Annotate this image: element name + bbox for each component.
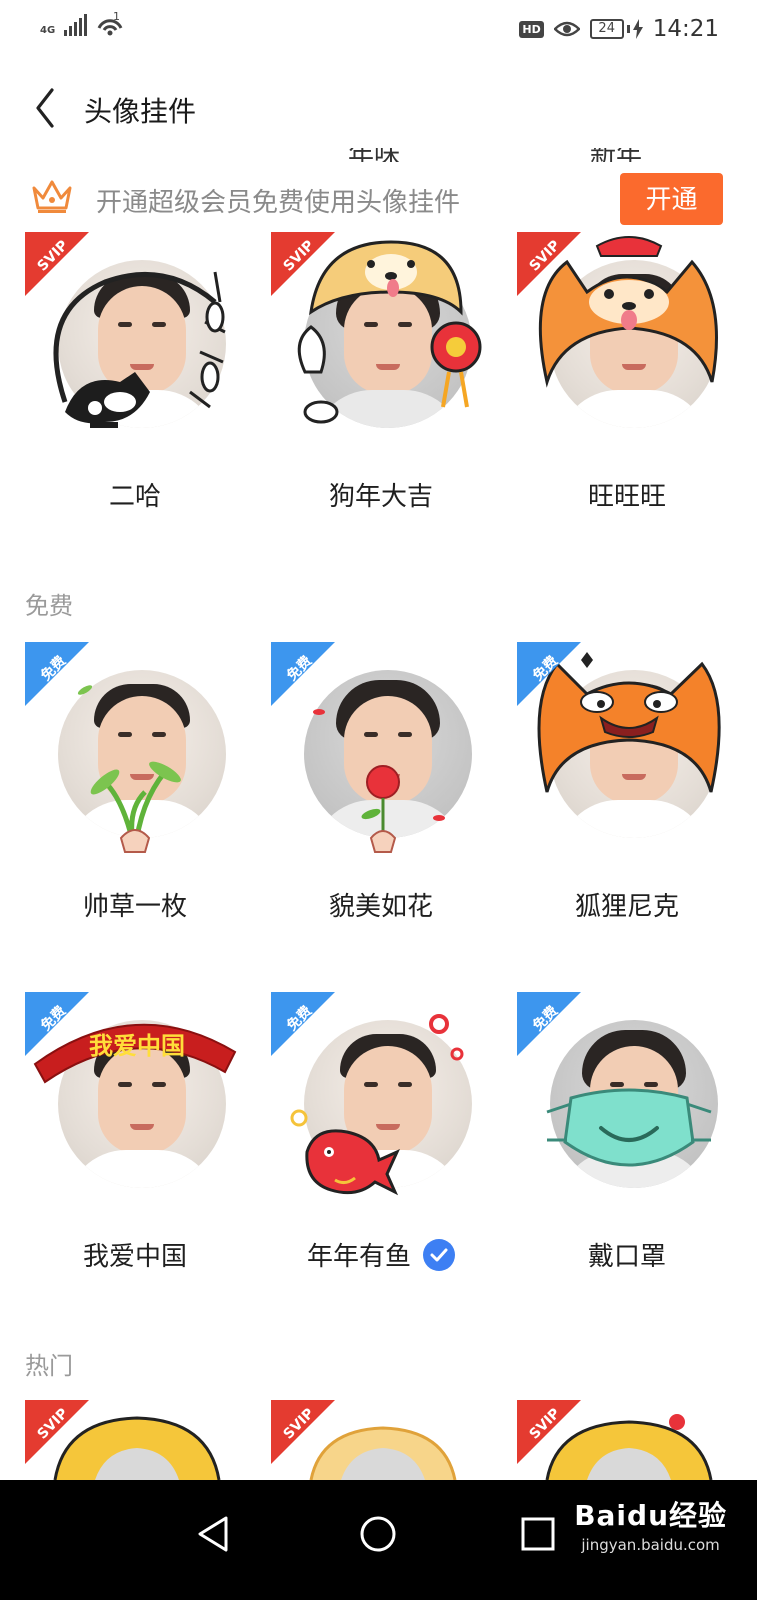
signal-strength-icon (64, 14, 87, 36)
pendant-label: 戴口罩 (587, 1242, 666, 1272)
crown-icon (32, 180, 72, 213)
hot-item-1[interactable]: SVIP (25, 1400, 245, 1480)
hot-item-3[interactable]: SVIP (517, 1400, 737, 1480)
pendant-item-fox-nick[interactable]: 免费 狐狸尼克 (504, 642, 750, 942)
pendant-preview: 免费 (517, 992, 737, 1212)
pendant-item-love-china[interactable]: 我爱中国 免费 我爱中国 (12, 992, 258, 1292)
pendant-preview: 免费 (25, 642, 245, 862)
wifi-count: 1 (113, 10, 120, 23)
vip-promo-text: 开通超级会员免费使用头像挂件 (96, 188, 461, 218)
pendant-label: 狐狸尼克 (574, 892, 679, 922)
charging-icon (632, 19, 643, 39)
pendant-label: 二哈 (108, 482, 161, 512)
baidu-watermark: Baidu经验 jingyan.baidu.com (574, 1494, 727, 1554)
section-title-free: 免费 (25, 592, 73, 620)
pendant-item-fish-every-year[interactable]: 免费 年年有鱼 (258, 992, 504, 1292)
pendant-preview: 免费 (271, 992, 491, 1212)
status-bar: 4G 1 HD 24 14:21 (0, 0, 757, 64)
pendant-preview: SVIP (25, 232, 245, 452)
open-vip-button[interactable]: 开通 (620, 173, 723, 225)
status-left: 4G (40, 14, 123, 36)
clock: 14:21 (652, 16, 719, 42)
pendant-label-text: 年年有鱼 (306, 1242, 411, 1272)
pendant-label: 年年有鱼 (258, 1236, 504, 1274)
free-row-2: 我爱中国 免费 我爱中国 免费 年年有鱼 免费 戴口罩 (0, 992, 757, 1292)
pendant-preview: 我爱中国 免费 (25, 992, 245, 1212)
pendant-label: 帅草一枚 (82, 892, 187, 922)
pendant-item-handsome-grass[interactable]: 免费 帅草一枚 (12, 642, 258, 942)
pendant-label: 貌美如花 (328, 892, 433, 922)
hot-row-partial: SVIP SVIP SVIP (0, 1400, 757, 1480)
page-title: 头像挂件 (84, 95, 197, 128)
pendant-item-dog-year[interactable]: SVIP 狗年大吉 (258, 232, 504, 532)
nav-recents-icon[interactable] (508, 1504, 568, 1564)
pendant-label: 狗年大吉 (328, 482, 433, 512)
pendant-preview: 免费 (517, 642, 737, 862)
battery-icon: 24 (589, 19, 643, 39)
watermark-sub: jingyan.baidu.com (581, 1536, 720, 1554)
pendant-item-erha[interactable]: SVIP 二哈 (12, 232, 258, 532)
vip-banner: 开通超级会员免费使用头像挂件 开通 (0, 164, 757, 232)
header: 头像挂件 (0, 70, 757, 150)
nav-back-icon[interactable] (186, 1504, 246, 1564)
status-right: HD 24 14:21 (519, 16, 719, 42)
pendant-item-wear-mask[interactable]: 免费 戴口罩 (504, 992, 750, 1292)
pendant-preview: SVIP (271, 232, 491, 452)
watermark-main: Baidu经验 (574, 1499, 727, 1532)
pendant-item-pretty-flower[interactable]: 免费 貌美如花 (258, 642, 504, 942)
hd-badge: HD (519, 20, 544, 38)
system-nav-bar: Baidu经验 jingyan.baidu.com (0, 1480, 757, 1600)
nav-home-icon[interactable] (348, 1504, 408, 1564)
section-title-hot: 热门 (25, 1352, 73, 1380)
pendant-preview: 免费 (271, 642, 491, 862)
eye-comfort-icon (553, 21, 580, 37)
hot-item-2[interactable]: SVIP (271, 1400, 491, 1480)
svip-row: SVIP 二哈 SVIP 狗年大吉 SVIP 旺旺旺 (0, 232, 757, 532)
network-type-label: 4G (40, 25, 56, 36)
pendant-label: 旺旺旺 (587, 482, 666, 512)
selected-check-icon (423, 1238, 455, 1271)
pendant-label: 我爱中国 (82, 1242, 187, 1272)
pendant-preview: SVIP (517, 232, 737, 452)
free-row-1: 免费 帅草一枚 免费 貌美如花 免费 狐狸尼克 (0, 642, 757, 942)
clipped-label-1: 年味 (348, 148, 400, 162)
back-arrow-icon[interactable] (30, 86, 60, 130)
battery-level: 24 (589, 19, 624, 39)
pendant-item-wangwangwang[interactable]: SVIP 旺旺旺 (504, 232, 750, 532)
clipped-tab-labels: 年味 新年 (0, 148, 757, 162)
clipped-label-2: 新年 (590, 148, 642, 162)
